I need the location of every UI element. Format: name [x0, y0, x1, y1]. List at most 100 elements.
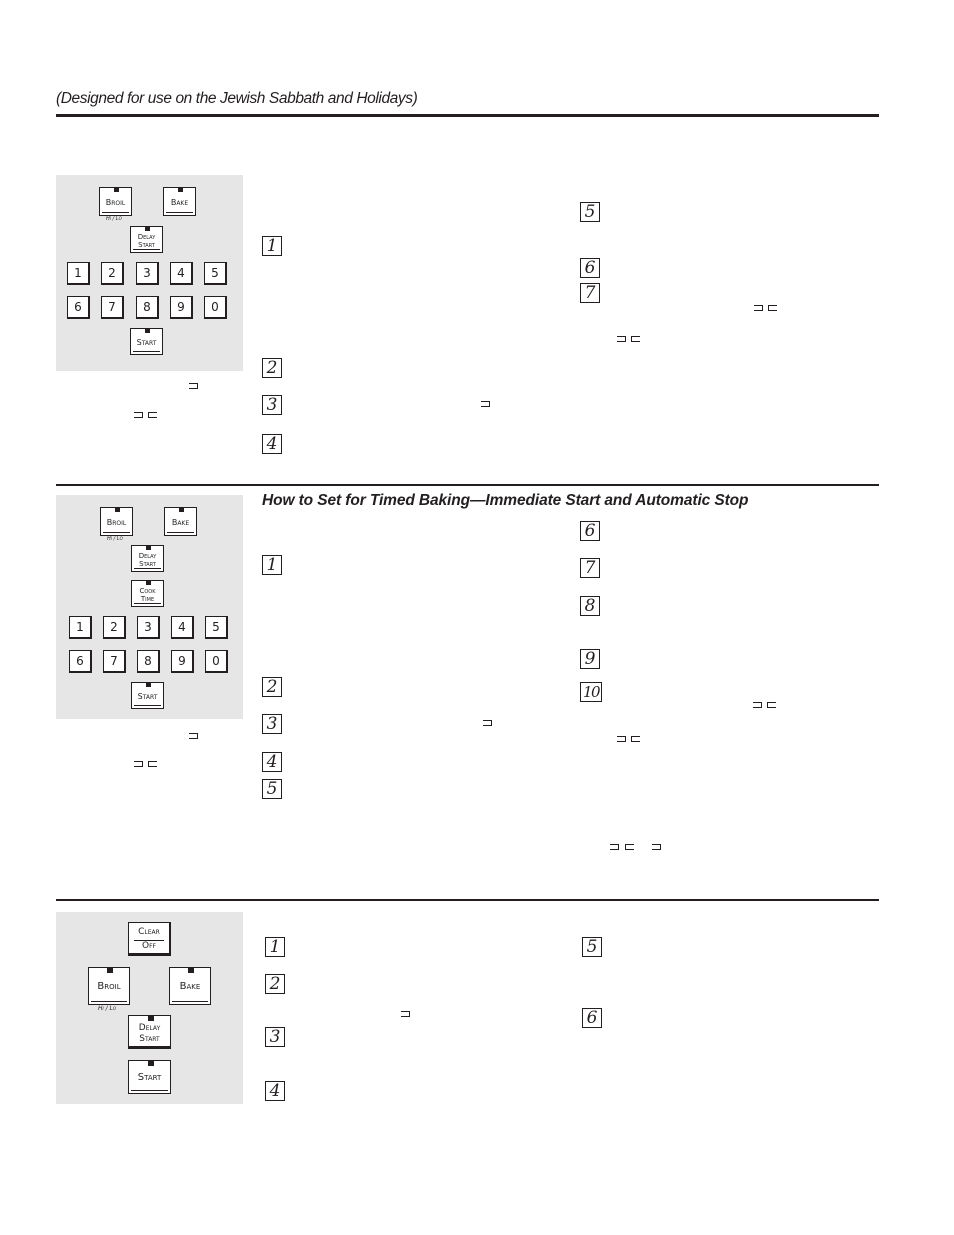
broil-indicator-light — [107, 967, 113, 973]
step-number-1: 1 — [262, 236, 282, 256]
cook-time-label-line2: Time — [140, 595, 155, 603]
bake-key-label: Bake — [170, 198, 189, 207]
clear-off-key[interactable]: Clear Off — [128, 922, 171, 956]
step-number-7: 7 — [580, 558, 600, 578]
section-title-timed-baking: How to Set for Timed Baking—Immediate St… — [262, 492, 749, 509]
start-indicator-light — [145, 682, 151, 687]
key-underline — [91, 1001, 127, 1002]
digit-key-8[interactable]: 8 — [136, 296, 159, 319]
digit-key-1[interactable]: 1 — [67, 262, 90, 285]
delay-start-key[interactable]: Delay Start — [128, 1015, 171, 1049]
broil-hi-lo-label: Hi / Lo — [107, 536, 123, 542]
digit-key-7[interactable]: 7 — [101, 296, 124, 319]
bake-indicator-light — [177, 187, 183, 192]
start-key-label: Start — [137, 692, 158, 701]
delay-start-key[interactable]: Delay Start — [130, 226, 163, 253]
digit-key-0[interactable]: 0 — [205, 650, 228, 673]
digit-key-8[interactable]: 8 — [137, 650, 160, 673]
header-rule — [56, 114, 879, 117]
broil-key[interactable]: Broil — [88, 967, 130, 1005]
step-number-4: 4 — [262, 752, 282, 772]
broil-key[interactable]: Broil — [99, 187, 132, 216]
cook-time-key[interactable]: Cook Time — [131, 580, 164, 607]
bake-key-label: Bake — [179, 981, 201, 992]
step-number-3: 3 — [262, 714, 282, 734]
display-glyph-icon — [134, 761, 143, 767]
digit-key-1[interactable]: 1 — [69, 616, 92, 639]
display-glyph-icon — [148, 761, 157, 767]
key-underline — [172, 1001, 208, 1002]
step-number-7: 7 — [580, 283, 600, 303]
digit-key-6[interactable]: 6 — [67, 296, 90, 319]
digit-key-9[interactable]: 9 — [171, 650, 194, 673]
delay-start-label-line2: Start — [139, 1034, 160, 1044]
start-key[interactable]: Start — [130, 328, 163, 355]
step-number-1: 1 — [262, 555, 282, 575]
delay-start-label-line1: Delay — [137, 233, 156, 241]
bake-key[interactable]: Bake — [169, 967, 211, 1005]
display-glyph-icon — [401, 1011, 410, 1017]
digit-key-2[interactable]: 2 — [101, 262, 124, 285]
step-number-2: 2 — [265, 974, 285, 994]
step-number-2: 2 — [262, 677, 282, 697]
key-underline — [131, 1090, 168, 1091]
digit-key-7[interactable]: 7 — [103, 650, 126, 673]
step-number-4: 4 — [262, 434, 282, 454]
delay-start-indicator-light — [144, 226, 150, 231]
page-subtitle: (Designed for use on the Jewish Sabbath … — [56, 90, 418, 107]
key-underline — [133, 249, 160, 250]
bake-key[interactable]: Bake — [163, 187, 196, 216]
key-underline — [102, 212, 129, 213]
step-number-6: 6 — [580, 258, 600, 278]
step-number-2: 2 — [262, 358, 282, 378]
step-number-4: 4 — [265, 1081, 285, 1101]
broil-hi-lo-label: Hi / Lo — [106, 216, 122, 222]
display-glyph-icon — [483, 720, 492, 726]
digit-key-4[interactable]: 4 — [170, 262, 193, 285]
display-glyph-icon — [753, 702, 762, 708]
key-underline — [103, 532, 130, 533]
digit-key-0[interactable]: 0 — [204, 296, 227, 319]
delay-start-label-line2: Start — [139, 560, 156, 568]
step-number-3: 3 — [262, 395, 282, 415]
digit-key-3[interactable]: 3 — [137, 616, 160, 639]
cook-time-indicator-light — [145, 580, 151, 585]
step-number-5: 5 — [582, 937, 602, 957]
delay-start-label-line2: Start — [138, 241, 155, 249]
clear-off-label-line2: Off — [142, 941, 156, 951]
display-glyph-icon — [652, 844, 661, 850]
step-number-5: 5 — [580, 202, 600, 222]
broil-indicator-light — [113, 187, 119, 192]
digit-key-6[interactable]: 6 — [69, 650, 92, 673]
digit-key-2[interactable]: 2 — [103, 616, 126, 639]
digit-key-9[interactable]: 9 — [170, 296, 193, 319]
digit-key-4[interactable]: 4 — [171, 616, 194, 639]
keypad-panel-3: Clear Off Broil Hi / Lo Bake Delay Start… — [56, 912, 243, 1104]
delay-start-key[interactable]: Delay Start — [131, 545, 164, 572]
start-key[interactable]: Start — [128, 1060, 171, 1094]
step-number-1: 1 — [265, 937, 285, 957]
broil-key[interactable]: Broil — [100, 507, 133, 536]
broil-key-label: Broil — [97, 981, 121, 992]
bake-indicator-light — [178, 507, 184, 512]
digit-key-5[interactable]: 5 — [205, 616, 228, 639]
keypad-panel-2: Broil Hi / Lo Bake Delay Start Cook Time… — [56, 495, 243, 719]
step-number-3: 3 — [265, 1027, 285, 1047]
display-glyph-icon — [625, 844, 634, 850]
start-key[interactable]: Start — [131, 682, 164, 709]
broil-hi-lo-label: Hi / Lo — [98, 1005, 117, 1012]
keypad-panel-1: Broil Hi / Lo Bake Delay Start 1 2 3 4 5… — [56, 175, 243, 371]
display-glyph-icon — [610, 844, 619, 850]
start-indicator-light — [147, 1060, 154, 1066]
digit-key-3[interactable]: 3 — [136, 262, 159, 285]
broil-indicator-light — [114, 507, 120, 512]
step-number-10: 10 — [580, 682, 602, 702]
step-number-6: 6 — [580, 521, 600, 541]
bake-key[interactable]: Bake — [164, 507, 197, 536]
display-glyph-icon — [767, 702, 776, 708]
delay-start-label-line1: Delay — [138, 1023, 161, 1033]
clear-off-label-line1: Clear — [138, 927, 160, 937]
digit-key-5[interactable]: 5 — [204, 262, 227, 285]
section-divider — [56, 899, 879, 901]
key-underline — [133, 351, 160, 352]
